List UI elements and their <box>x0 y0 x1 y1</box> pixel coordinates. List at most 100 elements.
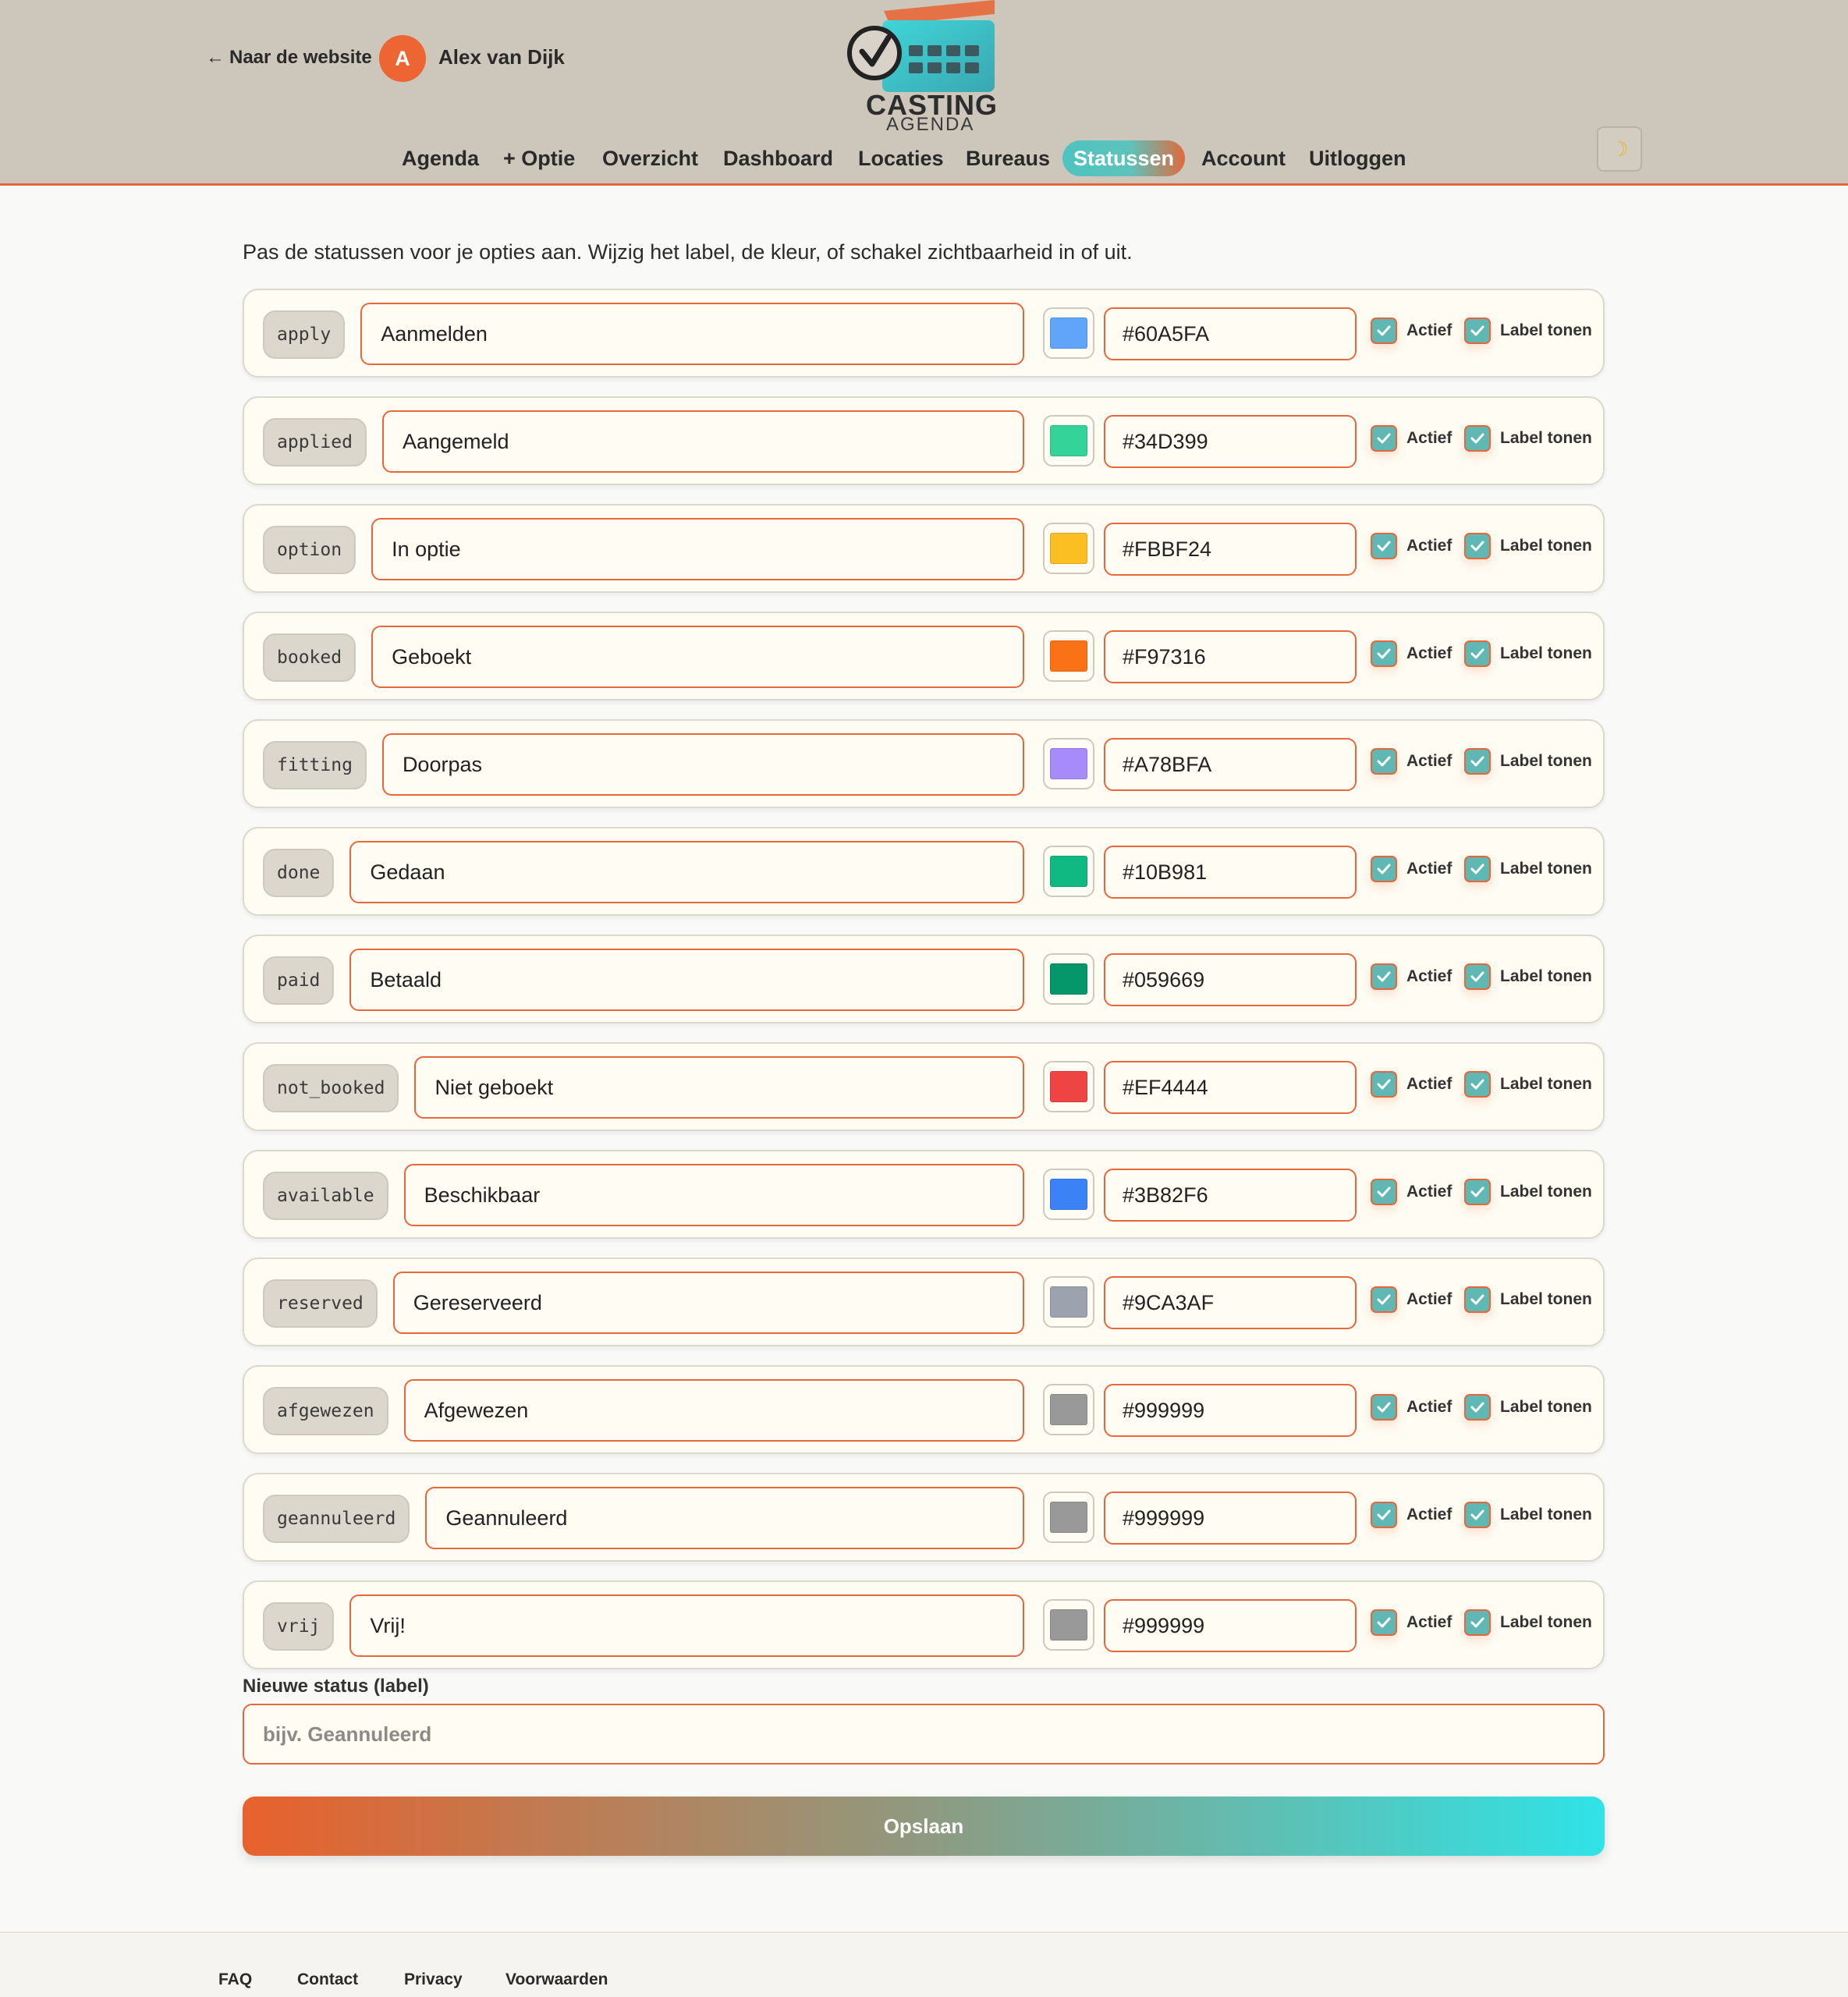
color-picker[interactable] <box>1043 1492 1094 1543</box>
show-label-checkbox[interactable] <box>1464 1609 1491 1636</box>
status-label-input[interactable] <box>403 1164 1024 1226</box>
active-checkbox-group[interactable]: Actief <box>1371 1499 1452 1531</box>
color-picker[interactable] <box>1043 953 1094 1005</box>
active-checkbox-group[interactable]: Actief <box>1371 1284 1452 1315</box>
active-checkbox[interactable] <box>1371 425 1397 452</box>
status-label-input[interactable] <box>349 949 1024 1011</box>
status-label-input[interactable] <box>392 1272 1024 1334</box>
status-label-input[interactable] <box>403 1379 1024 1442</box>
show-label-checkbox[interactable] <box>1464 425 1491 452</box>
color-picker[interactable] <box>1043 1384 1094 1435</box>
nav-uitloggen[interactable]: Uitloggen <box>1298 140 1417 176</box>
active-checkbox[interactable] <box>1371 1502 1397 1528</box>
active-checkbox-group[interactable]: Actief <box>1371 1176 1452 1208</box>
show-label-checkbox-group[interactable]: Label tonen <box>1464 423 1592 454</box>
nav-account[interactable]: Account <box>1190 140 1296 176</box>
show-label-checkbox-group[interactable]: Label tonen <box>1464 315 1592 346</box>
show-label-checkbox-group[interactable]: Label tonen <box>1464 1392 1592 1423</box>
color-picker[interactable] <box>1043 1276 1094 1328</box>
nav-bureaus[interactable]: Bureaus <box>955 140 1061 176</box>
show-label-checkbox-group[interactable]: Label tonen <box>1464 746 1592 777</box>
status-label-input[interactable] <box>381 733 1024 796</box>
avatar[interactable]: A <box>379 35 426 82</box>
color-hex-input[interactable] <box>1104 415 1357 468</box>
back-to-website-link[interactable]: ← Naar de website <box>206 45 372 70</box>
color-hex-input[interactable] <box>1104 1492 1357 1545</box>
show-label-checkbox[interactable] <box>1464 640 1491 667</box>
color-picker[interactable] <box>1043 307 1094 359</box>
color-hex-input[interactable] <box>1104 1061 1357 1114</box>
active-checkbox[interactable] <box>1371 1609 1397 1636</box>
color-hex-input[interactable] <box>1104 738 1357 791</box>
color-picker[interactable] <box>1043 1061 1094 1112</box>
active-checkbox-group[interactable]: Actief <box>1371 423 1452 454</box>
color-hex-input[interactable] <box>1104 630 1357 683</box>
nav-locaties[interactable]: Locaties <box>847 140 955 176</box>
show-label-checkbox[interactable] <box>1464 1286 1491 1313</box>
active-checkbox-group[interactable]: Actief <box>1371 853 1452 885</box>
show-label-checkbox-group[interactable]: Label tonen <box>1464 638 1592 669</box>
color-picker[interactable] <box>1043 1169 1094 1220</box>
show-label-checkbox[interactable] <box>1464 1179 1491 1205</box>
new-status-input[interactable] <box>243 1704 1605 1765</box>
status-label-input[interactable] <box>414 1056 1024 1119</box>
active-checkbox[interactable] <box>1371 856 1397 882</box>
color-picker[interactable] <box>1043 523 1094 574</box>
color-picker[interactable] <box>1043 1599 1094 1651</box>
nav-dashboard[interactable]: Dashboard <box>712 140 844 176</box>
status-label-input[interactable] <box>349 1594 1024 1657</box>
show-label-checkbox-group[interactable]: Label tonen <box>1464 1499 1592 1531</box>
color-hex-input[interactable] <box>1104 307 1357 360</box>
theme-toggle-button[interactable]: ☽ <box>1597 126 1642 172</box>
show-label-checkbox-group[interactable]: Label tonen <box>1464 530 1592 562</box>
color-picker[interactable] <box>1043 738 1094 789</box>
color-hex-input[interactable] <box>1104 1169 1357 1222</box>
show-label-checkbox-group[interactable]: Label tonen <box>1464 961 1592 992</box>
active-checkbox-group[interactable]: Actief <box>1371 530 1452 562</box>
nav-agenda[interactable]: Agenda <box>391 140 490 176</box>
active-checkbox[interactable] <box>1371 317 1397 344</box>
status-label-input[interactable] <box>371 518 1024 580</box>
active-checkbox-group[interactable]: Actief <box>1371 1607 1452 1638</box>
color-hex-input[interactable] <box>1104 1384 1357 1437</box>
show-label-checkbox-group[interactable]: Label tonen <box>1464 1069 1592 1100</box>
color-picker[interactable] <box>1043 846 1094 897</box>
nav-optie[interactable]: + Optie <box>492 140 586 176</box>
show-label-checkbox[interactable] <box>1464 1502 1491 1528</box>
active-checkbox-group[interactable]: Actief <box>1371 638 1452 669</box>
color-picker[interactable] <box>1043 630 1094 682</box>
active-checkbox[interactable] <box>1371 1394 1397 1421</box>
save-button[interactable]: Opslaan <box>243 1797 1605 1856</box>
show-label-checkbox[interactable] <box>1464 963 1491 990</box>
status-label-input[interactable] <box>425 1487 1024 1549</box>
show-label-checkbox[interactable] <box>1464 856 1491 882</box>
active-checkbox[interactable] <box>1371 1179 1397 1205</box>
status-label-input[interactable] <box>349 841 1024 903</box>
footer-link-privacy[interactable]: Privacy <box>404 1970 463 1989</box>
show-label-checkbox[interactable] <box>1464 1071 1491 1098</box>
show-label-checkbox-group[interactable]: Label tonen <box>1464 1607 1592 1638</box>
footer-link-voorwaarden[interactable]: Voorwaarden <box>505 1970 608 1989</box>
nav-overzicht[interactable]: Overzicht <box>591 140 709 176</box>
active-checkbox-group[interactable]: Actief <box>1371 746 1452 777</box>
show-label-checkbox[interactable] <box>1464 533 1491 559</box>
color-hex-input[interactable] <box>1104 1599 1357 1652</box>
color-hex-input[interactable] <box>1104 1276 1357 1329</box>
active-checkbox-group[interactable]: Actief <box>1371 961 1452 992</box>
active-checkbox[interactable] <box>1371 748 1397 775</box>
status-label-input[interactable] <box>360 303 1024 365</box>
show-label-checkbox[interactable] <box>1464 317 1491 344</box>
show-label-checkbox[interactable] <box>1464 748 1491 775</box>
status-label-input[interactable] <box>371 626 1024 688</box>
footer-link-contact[interactable]: Contact <box>297 1970 358 1989</box>
active-checkbox-group[interactable]: Actief <box>1371 315 1452 346</box>
show-label-checkbox-group[interactable]: Label tonen <box>1464 853 1592 885</box>
active-checkbox-group[interactable]: Actief <box>1371 1392 1452 1423</box>
show-label-checkbox-group[interactable]: Label tonen <box>1464 1284 1592 1315</box>
status-label-input[interactable] <box>381 410 1024 473</box>
show-label-checkbox[interactable] <box>1464 1394 1491 1421</box>
show-label-checkbox-group[interactable]: Label tonen <box>1464 1176 1592 1208</box>
color-picker[interactable] <box>1043 415 1094 466</box>
nav-statussen[interactable]: Statussen <box>1062 140 1186 176</box>
color-hex-input[interactable] <box>1104 523 1357 576</box>
